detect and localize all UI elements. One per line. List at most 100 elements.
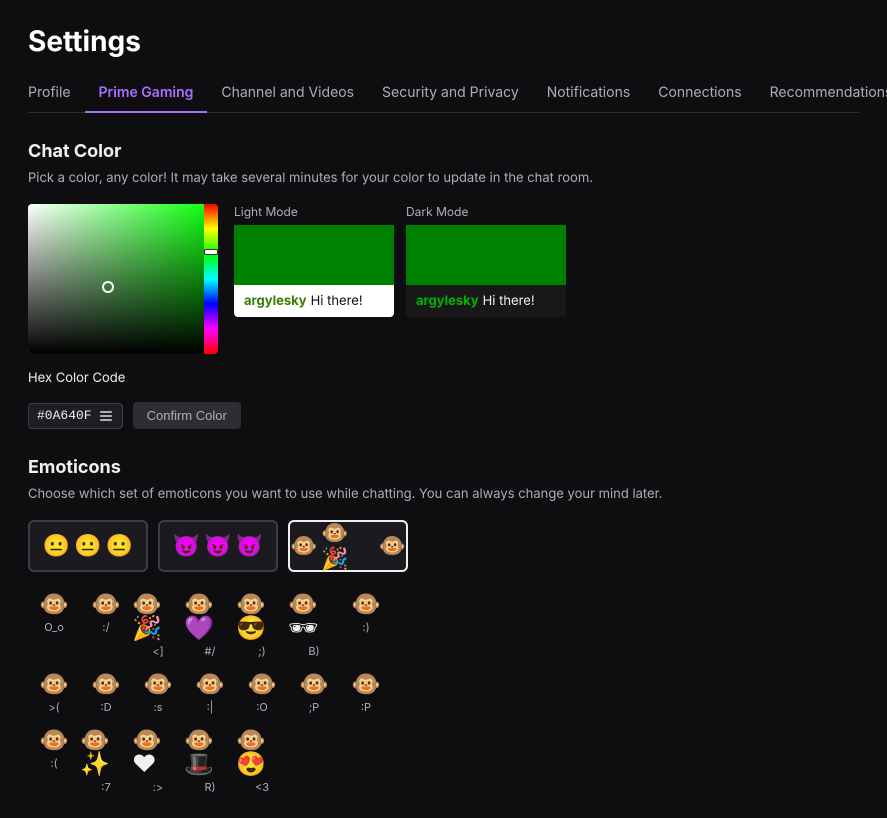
nav-item-recommendations[interactable]: Recommendations [756, 74, 887, 113]
emoticon-code: B) [308, 644, 319, 658]
emoticon-emoji: 🐵 [195, 672, 225, 696]
light-mode-message: Hi there! [311, 293, 363, 309]
hex-label: Hex Color Code [28, 370, 859, 386]
emoticon-code: >( [48, 700, 59, 714]
emoticon-option-monkey[interactable]: 🐵 🐵🎉 🐵 [288, 520, 408, 572]
nav-item-profile[interactable]: Profile [28, 74, 85, 113]
emoticon-cell: 🐵 :s [132, 672, 184, 714]
emoticon-emoji: 🐵😍 [236, 728, 288, 776]
emoticon-code: O_o [44, 620, 64, 634]
emoticon-code: <] [152, 644, 163, 658]
emoticon-emoji: 🐵 [91, 672, 121, 696]
nav-item-connections[interactable]: Connections [644, 74, 755, 113]
emoticon-code: :/ [102, 620, 109, 634]
emoticon-emoji: 🐵 [351, 592, 381, 616]
emoticon-emoji: 🐵💜 [184, 592, 236, 640]
emoticon-cell: 🐵💜 #/ [184, 592, 236, 658]
chat-color-desc: Pick a color, any color! It may take sev… [28, 170, 859, 186]
emoticon-emoji: 🐵😎 [236, 592, 288, 640]
emoticon-emoji: 🐵 [143, 672, 173, 696]
dark-mode-username: argylesky [416, 293, 479, 309]
emoticon-cell: 🐵🎉 <] [132, 592, 184, 658]
emoticon-emoji: 🐵 [39, 728, 69, 752]
emoticon-cell: 🐵:) [340, 592, 392, 658]
emoticons-title: Emoticons [28, 457, 859, 478]
emoticon-code: :| [207, 700, 214, 714]
nav-item-prime-gaming[interactable]: Prime Gaming [85, 74, 208, 113]
emoticon-monkey-icon3: 🐵 [379, 533, 406, 559]
light-mode-color-bar [234, 225, 394, 285]
emoticon-cell: 🐵:( [28, 728, 80, 794]
color-canvas[interactable] [28, 204, 218, 354]
emoticon-default-icon2: 😐 [74, 533, 101, 559]
page-title: Settings [28, 24, 859, 58]
hue-slider[interactable] [204, 204, 218, 354]
hex-input[interactable]: #0A640F [28, 403, 123, 429]
emoticon-cell: 🐵❤ :> [132, 728, 184, 794]
emoticon-emoji: 🐵❤ [132, 728, 184, 776]
emoticon-cell: 🐵✨:7 [80, 728, 132, 794]
emoticons-section: Emoticons Choose which set of emoticons … [28, 457, 859, 794]
emoticon-code: #/ [205, 644, 216, 658]
emoticon-cell: 🐵 :/ [80, 592, 132, 658]
dark-mode-label: Dark Mode [406, 204, 566, 219]
emoticon-cell: 🐵😍 <3 [236, 728, 288, 794]
emoticon-cell: 🐵🕶 B) [288, 592, 340, 658]
emoticon-cell: 🐵 :O [236, 672, 288, 714]
dark-mode-preview: Dark Mode argylesky Hi there! [406, 204, 566, 317]
emoticons-desc: Choose which set of emoticons you want t… [28, 486, 859, 502]
light-mode-preview: Light Mode argylesky Hi there! [234, 204, 394, 317]
confirm-color-button[interactable]: Confirm Color [133, 402, 241, 429]
hue-handle [204, 249, 218, 255]
light-mode-username: argylesky [244, 293, 307, 309]
nav-item-notifications[interactable]: Notifications [533, 74, 645, 113]
emoticon-cell: 🐵 >( [28, 672, 80, 714]
emoticon-code: :) [362, 620, 369, 634]
dark-mode-color-bar [406, 225, 566, 285]
emoticon-cell: 🐵 :| [184, 672, 236, 714]
emoticon-option-twitch[interactable]: 😈 😈 😈 [158, 520, 278, 572]
emoticon-cell: 🐵 :P [340, 672, 392, 714]
emoticon-code: :D [100, 700, 111, 714]
emoticon-cell: 🐵🎩 R) [184, 728, 236, 794]
emoticon-twitch-icon2: 😈 [204, 533, 231, 559]
emoticon-emoji: 🐵 [299, 672, 329, 696]
emoticon-emoji: 🐵 [247, 672, 277, 696]
light-mode-label: Light Mode [234, 204, 394, 219]
emoticon-code: ;P [309, 700, 319, 714]
emoticon-emoji: 🐵 [39, 672, 69, 696]
settings-nav: Profile Prime Gaming Channel and Videos … [28, 74, 859, 113]
emoticon-emoji: 🐵✨ [80, 728, 132, 776]
emoticon-code: :P [361, 700, 371, 714]
emoticon-twitch-icon: 😈 [173, 533, 200, 559]
emoticon-emoji: 🐵 [351, 672, 381, 696]
emoticon-code: :O [256, 700, 268, 714]
emoticon-emoji: 🐵 [91, 592, 121, 616]
emoticon-grid: 🐵O_o🐵:/🐵🎉<]🐵💜#/🐵😎;)🐵🕶B)🐵:)🐵>(🐵:D🐵:s🐵:|🐵:… [28, 592, 859, 794]
emoticon-option-default[interactable]: 😐 😐 😐 [28, 520, 148, 572]
emoticon-monkey-icon2: 🐵🎉 [321, 520, 374, 572]
emoticon-cell: 🐵 :D [80, 672, 132, 714]
emoticon-emoji: 🐵🎩 [184, 728, 236, 776]
color-picker-row: Light Mode argylesky Hi there! Dark Mode… [28, 204, 859, 354]
emoticon-style-options: 😐 😐 😐 😈 😈 😈 🐵 🐵🎉 🐵 [28, 520, 859, 572]
chat-color-title: Chat Color [28, 141, 859, 162]
nav-item-security-privacy[interactable]: Security and Privacy [368, 74, 533, 113]
emoticon-default-icon: 😐 [43, 533, 70, 559]
emoticon-monkey-icon: 🐵 [290, 533, 317, 559]
emoticon-cell: 🐵 O_o [28, 592, 80, 658]
emoticon-code: <3 [255, 780, 269, 794]
emoticon-emoji: 🐵🎉 [132, 592, 184, 640]
hex-value: #0A640F [37, 408, 92, 423]
emoticon-emoji: 🐵 [39, 592, 69, 616]
dark-mode-chat: argylesky Hi there! [406, 285, 566, 317]
emoticon-code: :> [153, 780, 163, 794]
nav-item-channel-videos[interactable]: Channel and Videos [207, 74, 368, 113]
page-container: Settings Profile Prime Gaming Channel an… [0, 0, 887, 818]
emoticon-cell: 🐵 ;P [288, 672, 340, 714]
emoticon-code: :s [154, 700, 163, 714]
chat-color-section: Chat Color Pick a color, any color! It m… [28, 141, 859, 429]
emoticon-code: R) [204, 780, 215, 794]
hex-section: Hex Color Code #0A640F Confirm Color [28, 370, 859, 429]
emoticon-emoji: 🐵🕶 [288, 592, 340, 640]
